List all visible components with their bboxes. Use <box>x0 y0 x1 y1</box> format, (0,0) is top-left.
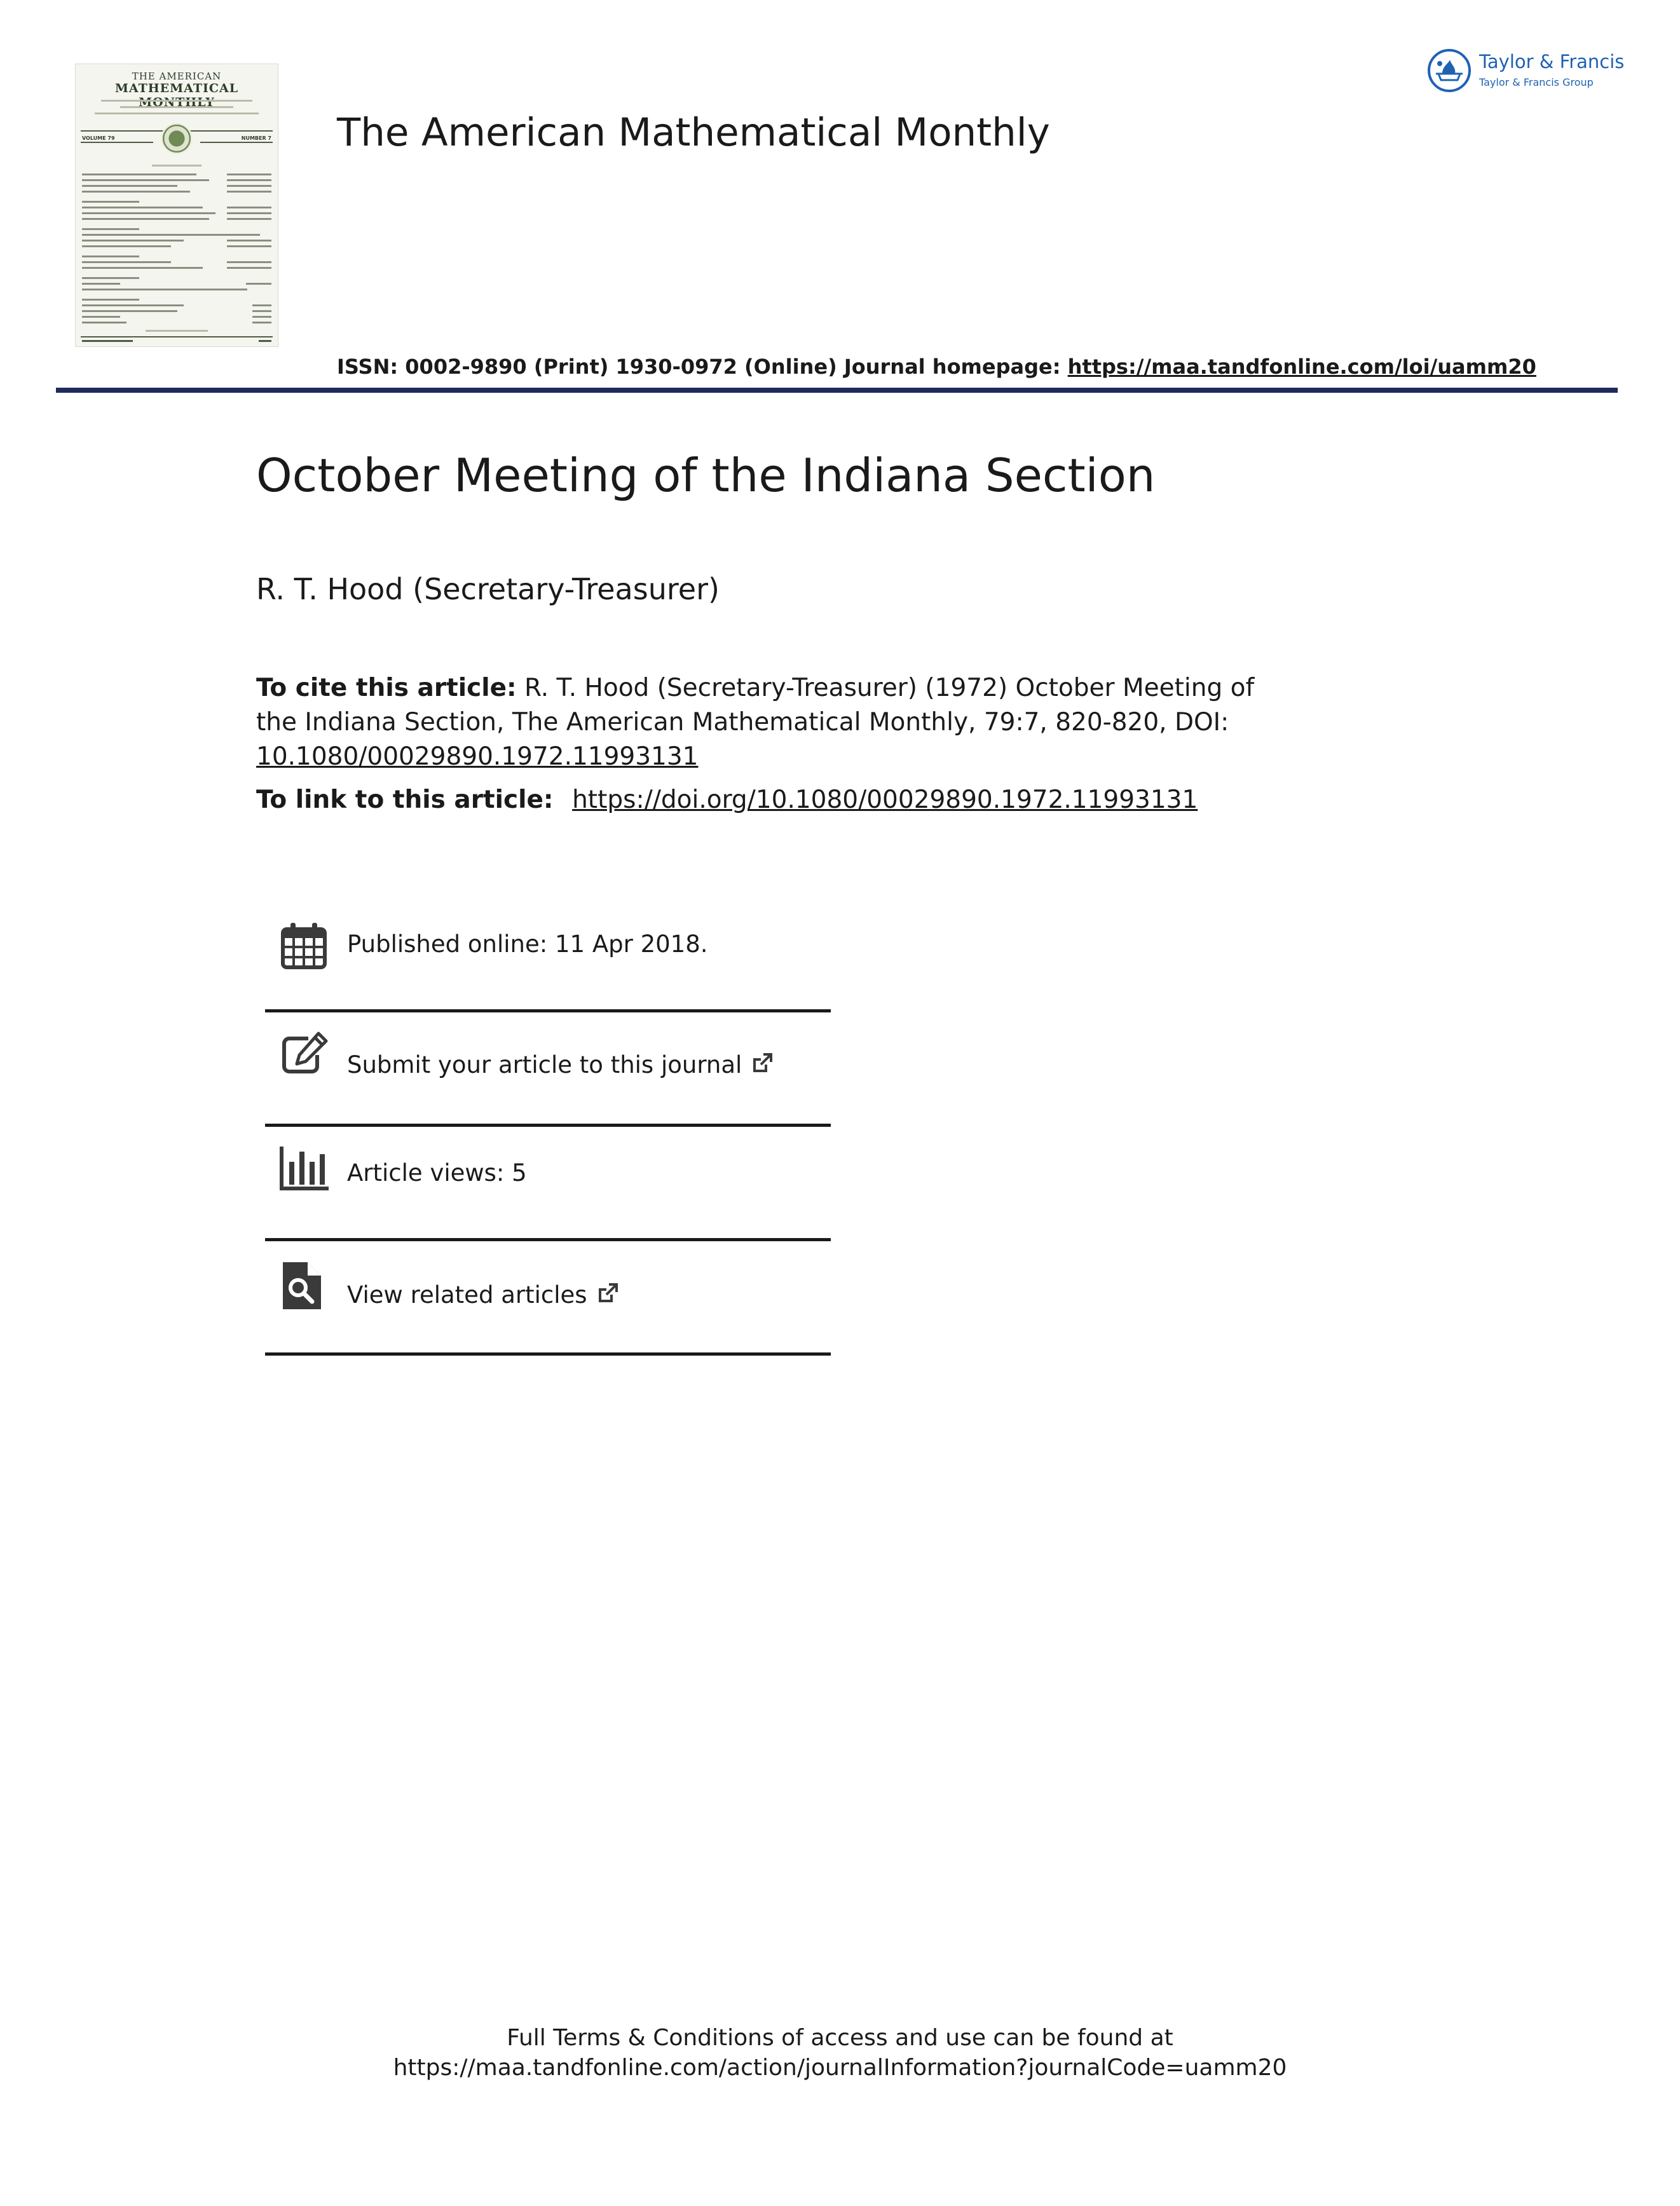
cover-toc-line <box>252 316 271 318</box>
cover-toc-line <box>82 212 215 214</box>
related-articles-link[interactable]: View related articles <box>347 1281 619 1309</box>
publisher-group: Taylor & Francis Group <box>1479 76 1594 88</box>
cover-rule <box>81 336 273 337</box>
cover-toc-line <box>82 255 139 257</box>
cover-toc-line <box>82 240 184 242</box>
edit-icon <box>282 1032 328 1073</box>
cover-toc-line <box>82 179 209 181</box>
cover-toc-line <box>246 283 271 285</box>
cover-toc-line <box>82 310 177 312</box>
external-link-icon <box>598 1283 618 1302</box>
journal-homepage-link[interactable]: https://maa.tandfonline.com/loi/uamm20 <box>1068 355 1536 379</box>
search-document-icon <box>283 1262 321 1309</box>
footer-terms-text: Full Terms & Conditions of access and us… <box>507 2025 1173 2051</box>
cover-contents-heading <box>152 165 201 167</box>
submit-article-link[interactable]: Submit your article to this journal <box>347 1051 774 1079</box>
cover-toc-line <box>82 228 139 230</box>
article-link-block: To link to this article: https://doi.org… <box>256 786 1198 814</box>
cover-toc-line <box>252 310 271 312</box>
cover-toc-line <box>227 174 271 175</box>
cover-toc-line <box>82 299 139 301</box>
cover-toc-line <box>82 201 139 203</box>
citation-label: To cite this article: <box>256 674 517 702</box>
bar-chart-icon <box>280 1147 329 1190</box>
cover-volume: VOLUME 79 <box>82 135 115 141</box>
publisher-name: Taylor & Francis <box>1479 51 1625 72</box>
cover-toc-line <box>82 245 171 247</box>
cover-toc-line <box>82 283 120 285</box>
cover-title-line1: THE AMERICAN <box>132 71 222 82</box>
published-online-text: Published online: 11 Apr 2018. <box>347 930 708 958</box>
article-doi-url-link[interactable]: https://doi.org/10.1080/00029890.1972.11… <box>572 786 1198 814</box>
cover-toc-line <box>227 179 271 181</box>
cover-toc-line <box>82 191 190 193</box>
cover-toc-line <box>227 212 271 214</box>
published-online-row: Published online: 11 Apr 2018. <box>265 920 831 977</box>
citation-doi-link[interactable]: 10.1080/00029890.1972.11993131 <box>256 742 698 771</box>
cover-toc-line <box>227 267 271 269</box>
cover-seal-emblem <box>161 123 193 154</box>
issn-text: ISSN: 0002-9890 (Print) 1930-0972 (Onlin… <box>337 355 1068 379</box>
header-divider <box>56 388 1618 393</box>
cover-rule <box>81 142 153 143</box>
cover-year-line <box>259 340 271 342</box>
submit-article-row[interactable]: Submit your article to this journal <box>265 1030 831 1093</box>
publisher-emblem-icon <box>1428 49 1471 92</box>
article-author: R. T. Hood (Secretary-Treasurer) <box>256 572 720 606</box>
cover-subtitle-line <box>120 106 233 108</box>
cover-toc-line <box>227 261 271 263</box>
article-link-label: To link to this article: <box>256 786 563 814</box>
footer: Full Terms & Conditions of access and us… <box>0 2023 1680 2083</box>
cover-toc-line <box>252 304 271 306</box>
cover-number: NUMBER 7 <box>241 135 271 141</box>
calendar-icon <box>281 923 327 969</box>
cover-subtitle-line <box>95 112 259 114</box>
info-divider <box>265 1124 831 1127</box>
cover-toc-line <box>227 207 271 208</box>
cover-toc-line <box>82 289 247 290</box>
external-link-icon <box>753 1053 773 1072</box>
cover-toc-line <box>82 185 177 187</box>
info-divider <box>265 1009 831 1012</box>
cover-title-line2: MATHEMATICAL MONTHLY <box>114 81 239 109</box>
cover-note-line <box>146 330 208 332</box>
cover-subtitle-line <box>101 100 252 102</box>
journal-cover-image: THE AMERICAN MATHEMATICAL MONTHLY VOLUME… <box>75 64 278 347</box>
cover-toc-line <box>252 322 271 323</box>
journal-name: The American Mathematical Monthly <box>337 110 1050 155</box>
article-views-text: Article views: 5 <box>347 1159 527 1187</box>
info-divider <box>265 1352 831 1356</box>
cover-toc-line <box>82 261 171 263</box>
citation-block: To cite this article: R. T. Hood (Secret… <box>256 671 1299 774</box>
related-articles-label: View related articles <box>347 1281 587 1309</box>
cover-toc-line <box>227 185 271 187</box>
cover-toc-line <box>227 191 271 193</box>
article-title: October Meeting of the Indiana Section <box>256 449 1156 502</box>
issn-line: ISSN: 0002-9890 (Print) 1930-0972 (Onlin… <box>337 355 1536 379</box>
cover-rule <box>200 142 273 143</box>
cover-toc-line <box>82 174 196 175</box>
cover-toc-line <box>82 267 203 269</box>
cover-toc-line <box>82 207 203 208</box>
cover-toc-line <box>227 245 271 247</box>
cover-toc-line <box>82 322 126 323</box>
submit-article-label: Submit your article to this journal <box>347 1051 742 1079</box>
article-views-row: Article views: 5 <box>265 1144 831 1201</box>
related-articles-row[interactable]: View related articles <box>265 1260 831 1323</box>
info-divider <box>265 1238 831 1241</box>
cover-toc-line <box>227 240 271 242</box>
cover-toc-line <box>82 218 209 220</box>
cover-toc-line <box>82 277 139 279</box>
cover-date-line <box>82 340 133 342</box>
cover-toc-line <box>82 316 120 318</box>
cover-toc-line <box>227 218 271 220</box>
cover-toc-line <box>82 234 260 236</box>
cover-toc-line <box>82 304 184 306</box>
publisher-logo[interactable]: Taylor & Francis Taylor & Francis Group <box>1427 48 1637 99</box>
footer-terms-url[interactable]: https://maa.tandfonline.com/action/journ… <box>0 2053 1680 2083</box>
